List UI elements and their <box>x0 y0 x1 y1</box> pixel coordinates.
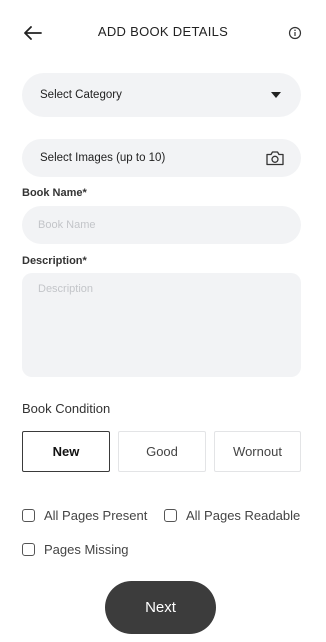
checkbox-box[interactable] <box>164 509 177 522</box>
all-pages-readable-checkbox[interactable]: All Pages Readable <box>164 508 300 523</box>
condition-wornout-button[interactable]: Wornout <box>214 431 301 472</box>
description-label: Description* <box>22 255 87 267</box>
book-name-label: Book Name* <box>22 187 87 199</box>
checkbox-box[interactable] <box>22 543 35 556</box>
page-title: ADD BOOK DETAILS <box>97 24 229 39</box>
all-pages-readable-label: All Pages Readable <box>186 508 301 523</box>
book-condition-title: Book Condition <box>22 401 111 416</box>
book-name-input[interactable] <box>22 206 301 244</box>
description-textarea[interactable] <box>22 273 301 377</box>
info-button[interactable] <box>287 25 303 41</box>
all-pages-present-label: All Pages Present <box>44 508 148 523</box>
condition-new-button[interactable]: New <box>22 431 110 472</box>
pages-missing-label: Pages Missing <box>44 542 129 557</box>
select-images-button[interactable]: Select Images (up to 10) <box>22 139 301 177</box>
pages-missing-checkbox[interactable]: Pages Missing <box>22 542 129 557</box>
info-circle-icon <box>288 26 302 40</box>
select-category-dropdown[interactable]: Select Category <box>22 73 301 117</box>
select-category-label: Select Category <box>40 89 122 101</box>
select-images-label: Select Images (up to 10) <box>40 152 166 164</box>
all-pages-present-checkbox[interactable]: All Pages Present <box>22 508 147 523</box>
caret-down-icon <box>271 92 281 98</box>
next-button[interactable]: Next <box>105 581 216 634</box>
camera-icon <box>266 151 284 166</box>
checkbox-box[interactable] <box>22 509 35 522</box>
condition-good-button[interactable]: Good <box>118 431 206 472</box>
